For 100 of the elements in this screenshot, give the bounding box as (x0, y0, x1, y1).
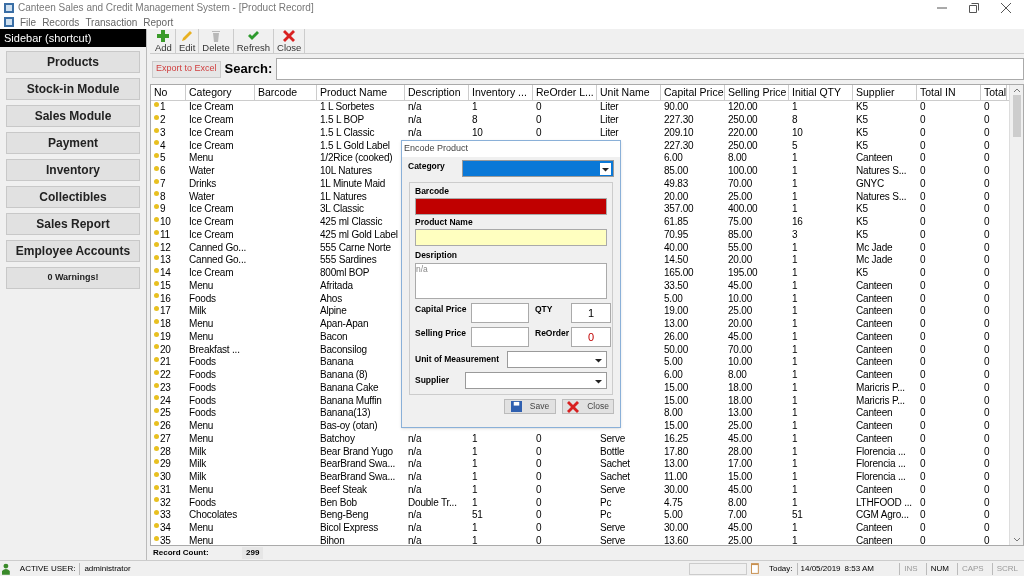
table-cell: 220.00 (728, 126, 758, 139)
table-cell: Menu (189, 318, 214, 331)
warnings-button[interactable]: 0 Warnings! (6, 267, 140, 289)
column-header[interactable]: Selling Price (725, 85, 789, 100)
table-cell: 0 (984, 318, 990, 331)
column-header[interactable]: ReOrder L... (533, 85, 597, 100)
column-header[interactable]: No (151, 85, 186, 100)
table-cell: 0 (984, 471, 990, 484)
table-cell: 0 (536, 126, 542, 139)
toolbar-button[interactable]: Delete (199, 29, 234, 53)
table-cell: 0 (920, 152, 926, 165)
table-cell: 34 (160, 522, 171, 535)
toolbar-button[interactable]: Close (274, 29, 306, 53)
sidebar-title: Sidebar (shortcut) (0, 29, 146, 47)
table-cell: 1 (472, 522, 478, 535)
toolbar-button[interactable]: Add (152, 29, 176, 53)
table-cell: 19.00 (664, 305, 689, 318)
row-bullet-icon (154, 114, 159, 120)
menu-item[interactable]: Report (143, 14, 174, 30)
table-cell: 0 (984, 356, 990, 369)
scrollbar[interactable] (1009, 85, 1023, 545)
toolbar-button[interactable]: Edit (175, 29, 200, 53)
reorder-field[interactable]: 0 (571, 327, 611, 347)
selling-price-field[interactable] (471, 327, 529, 347)
text-field[interactable] (415, 198, 607, 215)
table-cell: Canteen (856, 522, 893, 535)
sidebar-button[interactable]: Employee Accounts (6, 240, 140, 262)
table-cell: 1 (472, 471, 478, 484)
table-cell: 33 (160, 509, 171, 522)
menu-item[interactable]: Transaction (85, 14, 138, 30)
supplier-dropdown[interactable] (465, 372, 607, 389)
table-cell: n/a (408, 458, 422, 471)
column-header[interactable]: Capital Price (661, 85, 725, 100)
table-cell: 195.00 (728, 267, 758, 280)
table-cell: 1.5 L Classic (320, 126, 375, 139)
column-header[interactable]: Category (186, 85, 255, 100)
key-indicator: CAPS (956, 562, 988, 575)
column-header[interactable]: Unit Name (597, 85, 661, 100)
table-cell: 0 (984, 458, 990, 471)
table-cell: Liter (600, 101, 619, 114)
table-cell: 0 (920, 190, 926, 203)
unit-dropdown[interactable] (507, 351, 607, 368)
table-cell: 40.00 (664, 241, 689, 254)
table-cell: 250.00 (728, 114, 758, 127)
sidebar-button[interactable]: Sales Report (6, 213, 140, 235)
table-cell: Serve (600, 534, 626, 545)
table-cell: Canteen (856, 407, 893, 420)
table-cell: Menu (189, 330, 214, 343)
dialog-button[interactable]: Save (504, 399, 556, 414)
menu-item[interactable]: Records (42, 14, 80, 30)
table-cell: Maricris P... (856, 394, 905, 407)
table-cell: 13.00 (664, 318, 689, 331)
column-header[interactable]: Barcode (255, 85, 317, 100)
column-header[interactable]: Total IN (917, 85, 981, 100)
app-icon (4, 2, 14, 13)
toolbar-button[interactable]: Refresh (233, 29, 274, 53)
column-header[interactable]: Supplier (853, 85, 917, 100)
dialog-button[interactable]: Close (562, 399, 614, 414)
row-bullet-icon (154, 191, 159, 197)
table-cell: Menu (189, 432, 214, 445)
sidebar-button[interactable]: Products (6, 51, 140, 73)
sidebar-button[interactable]: Payment (6, 132, 140, 154)
description-field[interactable]: n/a (415, 263, 607, 299)
sidebar-button[interactable]: Collectibles (6, 186, 140, 208)
column-header[interactable]: Initial QTY (789, 85, 853, 100)
text-field[interactable] (415, 229, 607, 246)
table-cell: 45.00 (728, 279, 753, 292)
user-icon (2, 562, 10, 575)
table-cell: 1 (792, 496, 798, 509)
sidebar-button[interactable]: Stock-in Module (6, 78, 140, 100)
table-cell: 0 (536, 496, 542, 509)
sidebar-button[interactable]: Inventory (6, 159, 140, 181)
table-cell: Water (189, 190, 215, 203)
table-cell: K5 (856, 114, 868, 127)
scrollbar-thumb[interactable] (1012, 95, 1021, 137)
table-cell: 15 (160, 279, 171, 292)
table-cell: Canteen (856, 420, 893, 433)
sidebar-button[interactable]: Sales Module (6, 105, 140, 127)
column-header[interactable]: Total (981, 85, 1007, 100)
table-cell: 28.00 (728, 445, 753, 458)
table-cell: 357.00 (664, 203, 694, 216)
field-label: ReOrder (534, 327, 569, 340)
row-bullet-icon (154, 522, 159, 528)
table-cell: 555 Sardines (320, 254, 377, 267)
table-cell: Milk (189, 458, 206, 471)
table-cell: 0 (920, 445, 926, 458)
table-cell: 1 (472, 445, 478, 458)
search-field[interactable] (276, 58, 1024, 80)
column-header[interactable]: Description (405, 85, 469, 100)
qty-field[interactable]: 1 (571, 303, 611, 323)
column-header[interactable]: Inventory ... (469, 85, 533, 100)
capital-price-field[interactable] (471, 303, 529, 323)
table-cell: 8.00 (664, 407, 683, 420)
menu-item[interactable]: File (20, 14, 37, 30)
table-cell: 15.00 (664, 420, 689, 433)
export-button[interactable]: Export to Excel (152, 60, 221, 78)
category-dropdown[interactable] (462, 160, 614, 177)
table-cell: Bear Brand Yugo (320, 445, 393, 458)
column-header[interactable]: Product Name (317, 85, 405, 100)
table-cell: 0 (920, 534, 926, 545)
